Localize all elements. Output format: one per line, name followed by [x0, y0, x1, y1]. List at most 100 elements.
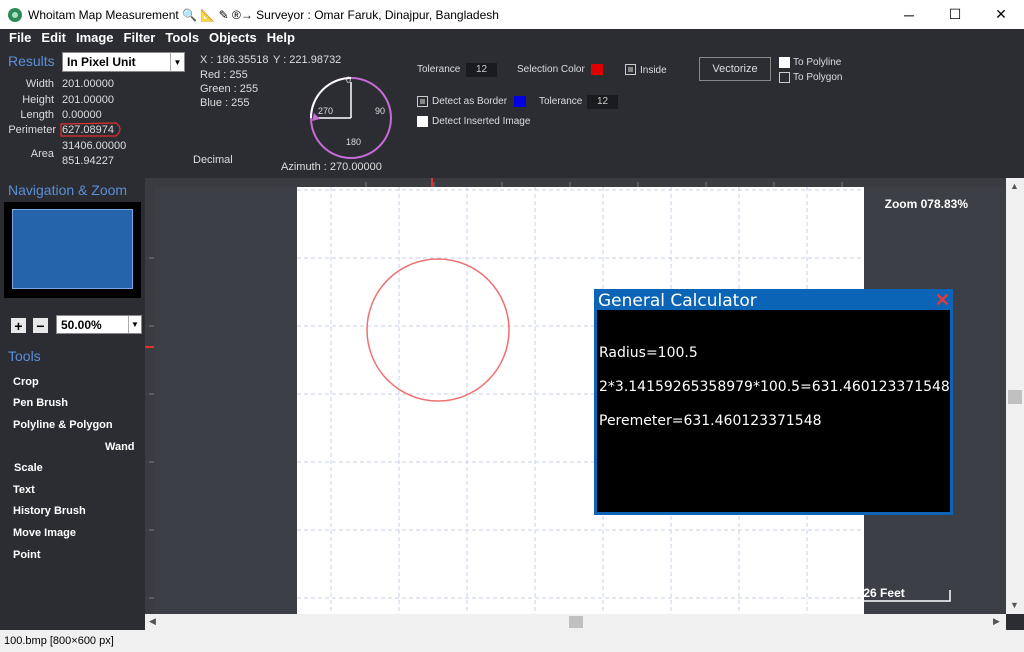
to-polygon-checkbox[interactable] [779, 72, 790, 83]
menu-tools[interactable]: Tools [160, 29, 204, 47]
tolerance2-label: Tolerance [539, 96, 583, 107]
app-icon [8, 7, 22, 22]
scroll-left-icon[interactable]: ◀ [149, 616, 156, 627]
close-button[interactable]: ✕ [978, 0, 1024, 29]
left-panel: Results In Pixel Unit ▼ Width 201.00000 … [0, 47, 185, 630]
title-bar: Whoitam Map Measurement 🔍 📐 ✎ ®→ Surveyo… [0, 0, 1024, 29]
calculator-title: General Calculator [598, 291, 757, 311]
width-label: Width [25, 78, 54, 90]
vertical-scrollbar[interactable]: ▲ ▼ [1006, 178, 1024, 614]
inside-checkbox[interactable] [625, 64, 636, 75]
unit-select[interactable]: In Pixel Unit ▼ [62, 52, 185, 72]
calculator-line: Radius=100.5 [599, 345, 698, 361]
azimuth-south: 180 [346, 137, 362, 147]
canvas-zoom-label: Zoom 078.83% [884, 197, 968, 211]
pixel-blue: Blue : 255 [200, 97, 250, 109]
inside-label: Inside [640, 65, 667, 76]
cursor-y: Y : 221.98732 [273, 54, 342, 66]
tool-point[interactable]: Point [13, 549, 41, 561]
minimize-button[interactable]: ─ [886, 0, 932, 29]
menu-help[interactable]: Help [262, 29, 300, 47]
scroll-down-icon[interactable]: ▼ [1010, 600, 1019, 610]
calculator-close-icon[interactable]: ✕ [935, 290, 950, 311]
status-text: 100.bmp [800×600 px] [4, 635, 114, 647]
tolerance2-input[interactable]: 12 [587, 95, 619, 109]
ruler-left [145, 187, 154, 614]
menu-objects[interactable]: Objects [204, 29, 262, 47]
perimeter-highlight [60, 122, 121, 137]
vertical-scroll-thumb[interactable] [1008, 390, 1022, 404]
width-value: 201.00000 [62, 78, 114, 90]
number-format: Decimal [193, 154, 233, 166]
zoom-select[interactable]: 50.00% ▼ [56, 315, 142, 334]
to-polyline-label: To Polyline [793, 57, 842, 68]
window-controls: ─ ☐ ✕ [886, 0, 1024, 29]
tool-pen-brush[interactable]: Pen Brush [13, 397, 68, 409]
horizontal-scroll-thumb[interactable] [569, 616, 583, 628]
tool-crop[interactable]: Crop [13, 376, 39, 388]
chevron-down-icon: ▼ [170, 53, 184, 71]
scroll-right-icon[interactable]: ▶ [993, 616, 1000, 627]
zoom-out-button[interactable]: − [33, 318, 48, 333]
tool-wand[interactable]: Wand [105, 441, 135, 453]
horizontal-scrollbar[interactable]: ◀ ▶ [145, 614, 1006, 630]
navigation-title: Navigation & Zoom [8, 182, 128, 198]
selection-color-label: Selection Color [517, 64, 585, 75]
tolerance-input[interactable]: 12 [466, 63, 498, 77]
tools-title: Tools [8, 348, 41, 364]
height-value: 201.00000 [62, 94, 114, 106]
menu-edit[interactable]: Edit [36, 29, 71, 47]
tolerance-label: Tolerance [417, 64, 461, 75]
height-label: Height [22, 94, 54, 106]
detect-inserted-label: Detect Inserted Image [432, 116, 531, 127]
menu-file[interactable]: File [4, 29, 36, 47]
tool-history-brush[interactable]: History Brush [13, 505, 86, 517]
tool-scale[interactable]: Scale [14, 462, 43, 474]
zoom-select-value: 50.00% [61, 318, 102, 332]
azimuth-label: Azimuth : 270.00000 [281, 161, 382, 173]
navigation-preview[interactable] [4, 202, 141, 298]
area-value-1: 31406.00000 [62, 140, 127, 152]
azimuth-dial[interactable] [305, 72, 397, 164]
pixel-green: Green : 255 [200, 83, 259, 95]
tool-text[interactable]: Text [13, 484, 35, 496]
detect-border-label: Detect as Border [432, 96, 508, 107]
calculator-output: Radius=100.5 2*3.14159265358979*100.5=63… [597, 310, 950, 512]
cursor-x: X : 186.35518 [200, 54, 269, 66]
azimuth-east: 90 [375, 106, 386, 116]
detect-inserted-checkbox[interactable] [417, 116, 428, 127]
menu-image[interactable]: Image [71, 29, 119, 47]
unit-select-value: In Pixel Unit [67, 55, 136, 69]
menu-bar: File Edit Image Filter Tools Objects Hel… [0, 29, 1024, 47]
selection-color-swatch[interactable] [591, 64, 603, 75]
zoom-in-button[interactable]: + [11, 318, 26, 333]
chevron-down-icon: ▼ [128, 316, 141, 333]
measured-circle[interactable] [366, 258, 510, 402]
length-label: Length [20, 109, 54, 121]
status-bar: 100.bmp [800×600 px] [0, 630, 1024, 652]
to-polygon-label: To Polygon [793, 72, 843, 83]
menu-filter[interactable]: Filter [119, 29, 161, 47]
to-polyline-checkbox[interactable] [779, 57, 790, 68]
navigation-viewport[interactable] [12, 209, 133, 289]
azimuth-west: 270 [318, 106, 334, 116]
scale-bar-label: 780.52326 Feet [820, 586, 905, 600]
results-title: Results [8, 53, 55, 69]
tool-move-image[interactable]: Move Image [13, 527, 76, 539]
maximize-button[interactable]: ☐ [932, 0, 978, 29]
vectorize-button[interactable]: Vectorize [699, 57, 771, 81]
area-value-2: 851.94227 [62, 155, 114, 167]
ruler-top [145, 178, 1006, 187]
window-title: Whoitam Map Measurement 🔍 📐 ✎ ®→ Surveyo… [28, 7, 499, 22]
calculator-line: Peremeter=631.460123371548 [599, 413, 822, 429]
detect-border-checkbox[interactable] [417, 96, 428, 107]
area-label: Area [30, 148, 54, 160]
scroll-up-icon[interactable]: ▲ [1010, 181, 1019, 191]
perimeter-label: Perimeter [8, 124, 56, 136]
border-color-swatch[interactable] [514, 96, 526, 107]
general-calculator[interactable]: General Calculator ✕ Radius=100.5 2*3.14… [594, 289, 953, 515]
pixel-red: Red : 255 [200, 69, 248, 81]
tool-polyline-polygon[interactable]: Polyline & Polygon [13, 419, 113, 431]
calculator-line: 2*3.14159265358979*100.5=631.46012337154… [599, 379, 950, 395]
azimuth-north: 0 [346, 75, 352, 85]
